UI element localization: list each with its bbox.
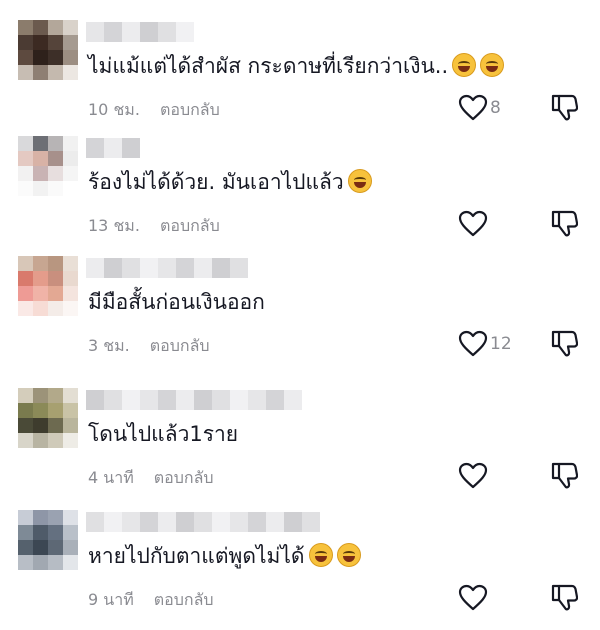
timestamp: 3 ชม. xyxy=(88,336,130,355)
username-blurred[interactable] xyxy=(86,22,194,42)
thumbs-down-icon[interactable] xyxy=(550,92,579,122)
comment-item: ร้องไม่ได้ด้วย. มันเอาไปแล้ว 13 ชม. ตอบกลั… xyxy=(0,136,600,256)
timestamp: 10 ชม. xyxy=(88,100,140,119)
comment-text-content: มีมือสั้นก่อนเงินออก xyxy=(88,290,265,314)
username-blurred[interactable] xyxy=(86,138,140,158)
reply-button[interactable]: ตอบกลับ xyxy=(160,216,220,235)
comment-meta: 4 นาที ตอบกลับ xyxy=(88,466,214,491)
username-blurred[interactable] xyxy=(86,390,302,410)
comment-text: โดนไปแล้ว1ราย xyxy=(88,418,238,450)
comment-meta: 13 ชม. ตอบกลับ xyxy=(88,214,220,239)
like-count: 12 xyxy=(490,334,512,354)
comment-text-content: ไม่แม้แต่ได้สำผัส กระดาษที่เรียกว่าเงิน.… xyxy=(88,54,449,78)
comment-text-content: โดนไปแล้ว1ราย xyxy=(88,422,239,446)
reply-button[interactable]: ตอบกลับ xyxy=(160,100,220,119)
thumbs-down-icon[interactable] xyxy=(550,582,579,612)
comment-meta: 10 ชม. ตอบกลับ xyxy=(88,98,220,123)
reply-button[interactable]: ตอบกลับ xyxy=(154,468,214,487)
username-blurred[interactable] xyxy=(86,258,248,278)
like-count: 8 xyxy=(490,98,501,118)
comment-text: มีมือสั้นก่อนเงินออก xyxy=(88,286,265,318)
thumbs-down-icon[interactable] xyxy=(550,328,579,358)
reply-button[interactable]: ตอบกลับ xyxy=(154,590,214,609)
heart-icon[interactable] xyxy=(458,94,488,122)
tears-of-joy-emoji-icon xyxy=(452,53,477,77)
avatar[interactable] xyxy=(18,388,78,448)
thumbs-down-icon[interactable] xyxy=(550,208,579,238)
comment-text: หายไปกับตาแต่พูดไม่ได้ xyxy=(88,540,361,572)
tears-of-joy-emoji-icon xyxy=(336,543,361,567)
avatar[interactable] xyxy=(18,136,78,196)
tears-of-joy-emoji-icon xyxy=(347,169,372,193)
comment-item: โดนไปแล้ว1ราย 4 นาที ตอบกลับ xyxy=(0,388,600,508)
comment-item: ไม่แม้แต่ได้สำผัส กระดาษที่เรียกว่าเงิน.… xyxy=(0,20,600,140)
comment-text-content: หายไปกับตาแต่พูดไม่ได้ xyxy=(88,544,305,568)
comment-item: มีมือสั้นก่อนเงินออก 3 ชม. ตอบกลับ 12 xyxy=(0,256,600,376)
timestamp: 13 ชม. xyxy=(88,216,140,235)
avatar[interactable] xyxy=(18,256,78,316)
tears-of-joy-emoji-icon xyxy=(480,53,505,77)
timestamp: 4 นาที xyxy=(88,468,134,487)
heart-icon[interactable] xyxy=(458,210,488,238)
avatar[interactable] xyxy=(18,20,78,80)
comment-text-content: ร้องไม่ได้ด้วย. มันเอาไปแล้ว xyxy=(88,170,344,194)
comment-meta: 9 นาที ตอบกลับ xyxy=(88,588,214,613)
comment-text: ไม่แม้แต่ได้สำผัส กระดาษที่เรียกว่าเงิน.… xyxy=(88,50,505,82)
heart-icon[interactable] xyxy=(458,330,488,358)
reply-button[interactable]: ตอบกลับ xyxy=(150,336,210,355)
comment-meta: 3 ชม. ตอบกลับ xyxy=(88,334,210,359)
tears-of-joy-emoji-icon xyxy=(308,543,333,567)
thumbs-down-icon[interactable] xyxy=(550,460,579,490)
heart-icon[interactable] xyxy=(458,462,488,490)
username-blurred[interactable] xyxy=(86,512,320,532)
comment-text: ร้องไม่ได้ด้วย. มันเอาไปแล้ว xyxy=(88,166,372,198)
avatar[interactable] xyxy=(18,510,78,570)
timestamp: 9 นาที xyxy=(88,590,134,609)
heart-icon[interactable] xyxy=(458,584,488,612)
comment-item: หายไปกับตาแต่พูดไม่ได้ 9 นาที ตอบกลับ xyxy=(0,510,600,630)
